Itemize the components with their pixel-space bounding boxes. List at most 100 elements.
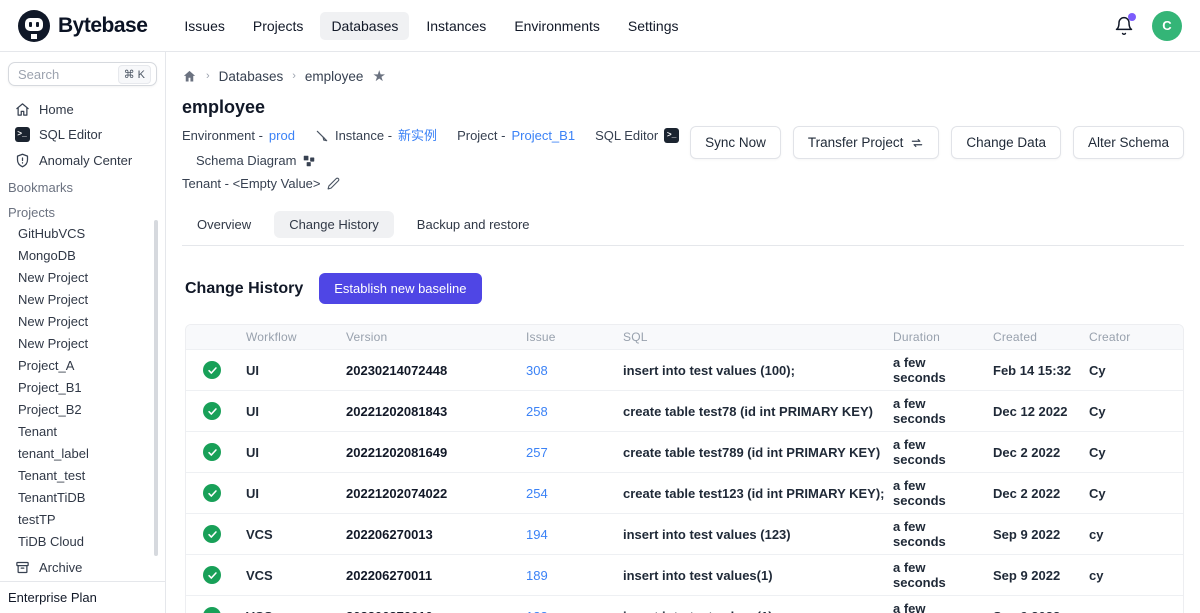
table-row[interactable]: VCS 202206270010 188 insert into test va… <box>186 596 1184 613</box>
issue-link[interactable]: 308 <box>526 363 548 378</box>
database-meta: Environment - prod Instance - 新实例 Projec… <box>182 126 690 197</box>
sidebar-project-item[interactable]: New Project <box>0 267 165 289</box>
database-tabs: Overview Change History Backup and resto… <box>182 211 1184 246</box>
nav-item-settings[interactable]: Settings <box>617 12 690 40</box>
sidebar-project-item[interactable]: testTP <box>0 509 165 531</box>
environment-link[interactable]: prod <box>269 126 295 145</box>
edit-pencil-icon[interactable] <box>327 177 340 190</box>
sidebar-project-item[interactable]: Project_B2 <box>0 399 165 421</box>
sidebar-project-item[interactable]: New Project <box>0 333 165 355</box>
table-row[interactable]: UI 20221202081843 258 create table test7… <box>186 391 1184 432</box>
bookmark-star-icon[interactable]: ★ <box>372 67 385 85</box>
version-cell: 20221202074022 <box>338 473 518 514</box>
created-cell: Sep 9 2022 <box>985 555 1081 596</box>
sidebar-item-archive[interactable]: Archive <box>0 553 165 581</box>
created-cell: Feb 14 15:32 <box>985 350 1081 391</box>
sidebar-project-item[interactable]: tenant_label <box>0 443 165 465</box>
col-version: Version <box>338 325 518 350</box>
sidebar-scrollbar[interactable] <box>154 220 158 556</box>
issue-link[interactable]: 257 <box>526 445 548 460</box>
col-issue: Issue <box>518 325 615 350</box>
nav-item-instances[interactable]: Instances <box>415 12 497 40</box>
col-duration: Duration <box>885 325 985 350</box>
sidebar-project-item[interactable]: New Project <box>0 289 165 311</box>
table-row[interactable]: UI 20221202081649 257 create table test7… <box>186 432 1184 473</box>
sidebar-item-sql-editor[interactable]: >_ SQL Editor <box>0 122 165 148</box>
schema-diagram-link-label[interactable]: Schema Diagram <box>196 151 296 170</box>
duration-cell: a few seconds <box>885 473 985 514</box>
created-cell: Sep 9 2022 <box>985 514 1081 555</box>
sidebar-project-item[interactable]: Project_A <box>0 355 165 377</box>
sql-cell: insert into test values(1) <box>615 555 885 596</box>
created-cell: Dec 2 2022 <box>985 432 1081 473</box>
establish-new-baseline-button[interactable]: Establish new baseline <box>319 273 481 304</box>
issue-link[interactable]: 194 <box>526 527 548 542</box>
creator-cell: Cy <box>1081 473 1184 514</box>
project-link[interactable]: Project_B1 <box>511 126 575 145</box>
instance-engine-icon <box>315 129 329 143</box>
nav-item-environments[interactable]: Environments <box>503 12 611 40</box>
tab-backup-and-restore[interactable]: Backup and restore <box>402 211 545 238</box>
success-check-icon <box>203 566 221 584</box>
col-created: Created <box>985 325 1081 350</box>
sync-now-button[interactable]: Sync Now <box>690 126 781 159</box>
schema-diagram-icon[interactable] <box>302 154 316 168</box>
sidebar-project-item[interactable]: New Project <box>0 311 165 333</box>
issue-link[interactable]: 188 <box>526 609 548 613</box>
nav-item-issues[interactable]: Issues <box>173 12 235 40</box>
sidebar-item-home[interactable]: Home <box>0 96 165 122</box>
breadcrumb-employee[interactable]: employee <box>305 69 364 84</box>
version-cell: 20221202081649 <box>338 432 518 473</box>
instance-link[interactable]: 新实例 <box>398 126 437 145</box>
sql-editor-icon[interactable]: >_ <box>664 128 679 143</box>
transfer-arrows-icon <box>910 136 924 150</box>
sidebar-project-item[interactable]: TiDB Cloud <box>0 531 165 553</box>
version-cell: 20221202081843 <box>338 391 518 432</box>
sidebar-project-item[interactable]: Project_B1 <box>0 377 165 399</box>
change-history-table-body: UI 20230214072448 308 insert into test v… <box>186 350 1184 613</box>
col-status <box>186 325 238 350</box>
sidebar-item-label: Anomaly Center <box>39 153 132 168</box>
issue-link[interactable]: 189 <box>526 568 548 583</box>
user-avatar[interactable]: C <box>1152 11 1182 41</box>
tab-overview[interactable]: Overview <box>182 211 266 238</box>
issue-link[interactable]: 254 <box>526 486 548 501</box>
sidebar-project-item[interactable]: GitHubVCS <box>0 223 165 245</box>
table-row[interactable]: UI 20230214072448 308 insert into test v… <box>186 350 1184 391</box>
transfer-project-button[interactable]: Transfer Project <box>793 126 940 159</box>
sidebar-project-item[interactable]: MongoDB <box>0 245 165 267</box>
tab-change-history[interactable]: Change History <box>274 211 394 238</box>
bytebase-logo[interactable]: Bytebase <box>18 10 147 42</box>
nav-item-projects[interactable]: Projects <box>242 12 315 40</box>
notification-bell-icon[interactable] <box>1114 16 1134 36</box>
sidebar-project-item[interactable]: TenantTiDB <box>0 487 165 509</box>
sidebar-project-item[interactable]: Tenant_test <box>0 465 165 487</box>
sidebar-item-anomaly-center[interactable]: Anomaly Center <box>0 147 165 173</box>
sidebar-item-label: SQL Editor <box>39 127 102 142</box>
breadcrumb-databases[interactable]: Databases <box>219 69 284 84</box>
change-history-table: Workflow Version Issue SQL Duration Crea… <box>185 324 1184 613</box>
alter-schema-button[interactable]: Alter Schema <box>1073 126 1184 159</box>
workflow-cell: UI <box>238 350 338 391</box>
creator-cell: Cy <box>1081 391 1184 432</box>
success-check-icon <box>203 361 221 379</box>
table-row[interactable]: UI 20221202074022 254 create table test1… <box>186 473 1184 514</box>
table-row[interactable]: VCS 202206270013 194 insert into test va… <box>186 514 1184 555</box>
change-data-button[interactable]: Change Data <box>951 126 1061 159</box>
sql-editor-link-label[interactable]: SQL Editor <box>595 126 658 145</box>
sidebar-project-item[interactable]: Tenant <box>0 421 165 443</box>
breadcrumb-separator: › <box>292 70 296 82</box>
home-icon <box>14 102 30 117</box>
workflow-cell: VCS <box>238 514 338 555</box>
breadcrumb-home-icon[interactable] <box>182 69 197 84</box>
workflow-cell: UI <box>238 432 338 473</box>
nav-item-databases[interactable]: Databases <box>320 12 409 40</box>
issue-link[interactable]: 258 <box>526 404 548 419</box>
action-buttons: Sync Now Transfer Project Change Data Al… <box>690 126 1184 159</box>
success-check-icon <box>203 484 221 502</box>
search-input[interactable]: Search ⌘ K <box>8 62 157 86</box>
table-row[interactable]: VCS 202206270011 189 insert into test va… <box>186 555 1184 596</box>
breadcrumb-separator: › <box>206 70 210 82</box>
success-check-icon <box>203 525 221 543</box>
sql-cell: insert into test values(1) <box>615 596 885 613</box>
